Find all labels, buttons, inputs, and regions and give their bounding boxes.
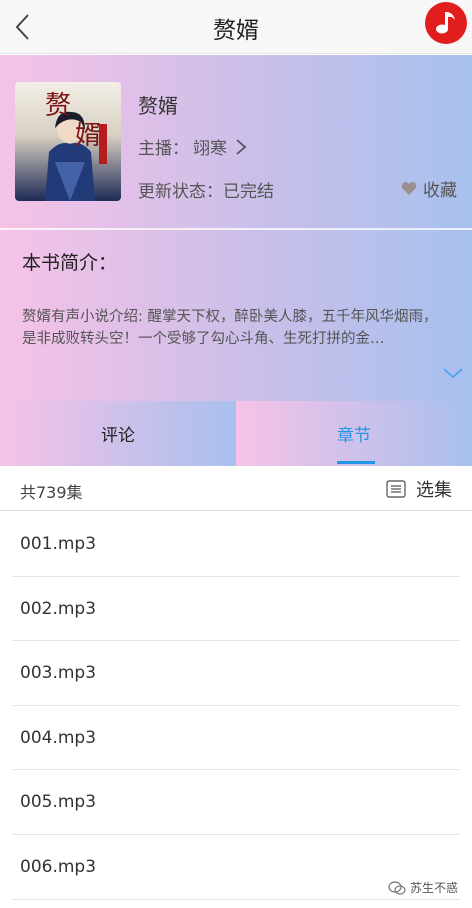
page-title: 赘婿 <box>213 18 259 44</box>
episode-title: 005.mp3 <box>20 792 97 813</box>
top-bar: 赘婿 <box>0 0 472 54</box>
tab-chapters[interactable]: 章节 <box>236 401 472 466</box>
anchor-name: 翊寒 <box>193 139 227 159</box>
intro-text: 赘婿有声小说介绍: 醒掌天下权，醉卧美人膝，五千年风华烟雨，是非成败转头空！一个… <box>22 309 438 347</box>
list-item[interactable]: 003.mp3 <box>0 641 472 706</box>
favorite-label: 收藏 <box>423 181 457 201</box>
wechat-icon <box>388 880 406 895</box>
chevron-right-icon <box>236 138 247 155</box>
book-title: 赘婿 <box>138 94 178 118</box>
tab-bar: 评论 章节 <box>0 401 472 466</box>
episode-list: 001.mp3 002.mp3 003.mp3 004.mp3 005.mp3 … <box>0 512 472 900</box>
list-item[interactable]: 001.mp3 <box>0 512 472 577</box>
svg-text:赘: 赘 <box>45 91 71 121</box>
list-item[interactable]: 005.mp3 <box>0 770 472 835</box>
list-item[interactable]: 004.mp3 <box>0 706 472 771</box>
watermark-text: 苏生不惑 <box>409 881 458 895</box>
episode-count: 共739集 <box>20 483 83 502</box>
update-status: 更新状态：已完结 <box>138 177 274 202</box>
book-cover-image[interactable]: 赘 婿 <box>15 82 121 201</box>
status-value: 已完结 <box>223 182 274 202</box>
watermark: 苏生不惑 <box>388 879 458 896</box>
book-info-panel: 赘 婿 赘婿 主播： 翊寒 更新状态：已完结 收藏 本书简介： 赘婿有声小说介绍… <box>0 55 472 401</box>
music-note-icon <box>436 12 455 34</box>
episode-title: 003.mp3 <box>20 663 97 684</box>
active-tab-indicator <box>337 461 375 464</box>
heart-icon <box>401 181 417 195</box>
select-episodes-button[interactable]: 选集 <box>386 476 452 502</box>
anchor-link[interactable]: 主播： 翊寒 <box>138 134 247 159</box>
episode-title: 001.mp3 <box>20 534 97 554</box>
episode-title: 006.mp3 <box>20 856 97 877</box>
tab-comments[interactable]: 评论 <box>0 401 236 466</box>
svg-text:婿: 婿 <box>75 121 101 151</box>
music-player-button[interactable] <box>425 2 467 44</box>
episode-count-bar: 共739集 选集 <box>0 466 472 511</box>
list-icon <box>386 480 406 498</box>
episode-title: 004.mp3 <box>20 727 97 748</box>
chevron-down-icon <box>443 368 463 379</box>
anchor-label: 主播： <box>138 139 189 159</box>
favorite-button[interactable]: 收藏 <box>401 176 457 201</box>
intro-heading: 本书简介： <box>22 252 118 274</box>
status-label: 更新状态： <box>138 182 223 202</box>
select-episodes-label: 选集 <box>416 480 452 501</box>
divider <box>0 228 472 230</box>
list-item[interactable]: 002.mp3 <box>0 577 472 642</box>
expand-button[interactable] <box>442 365 464 384</box>
episode-title: 002.mp3 <box>20 598 97 619</box>
